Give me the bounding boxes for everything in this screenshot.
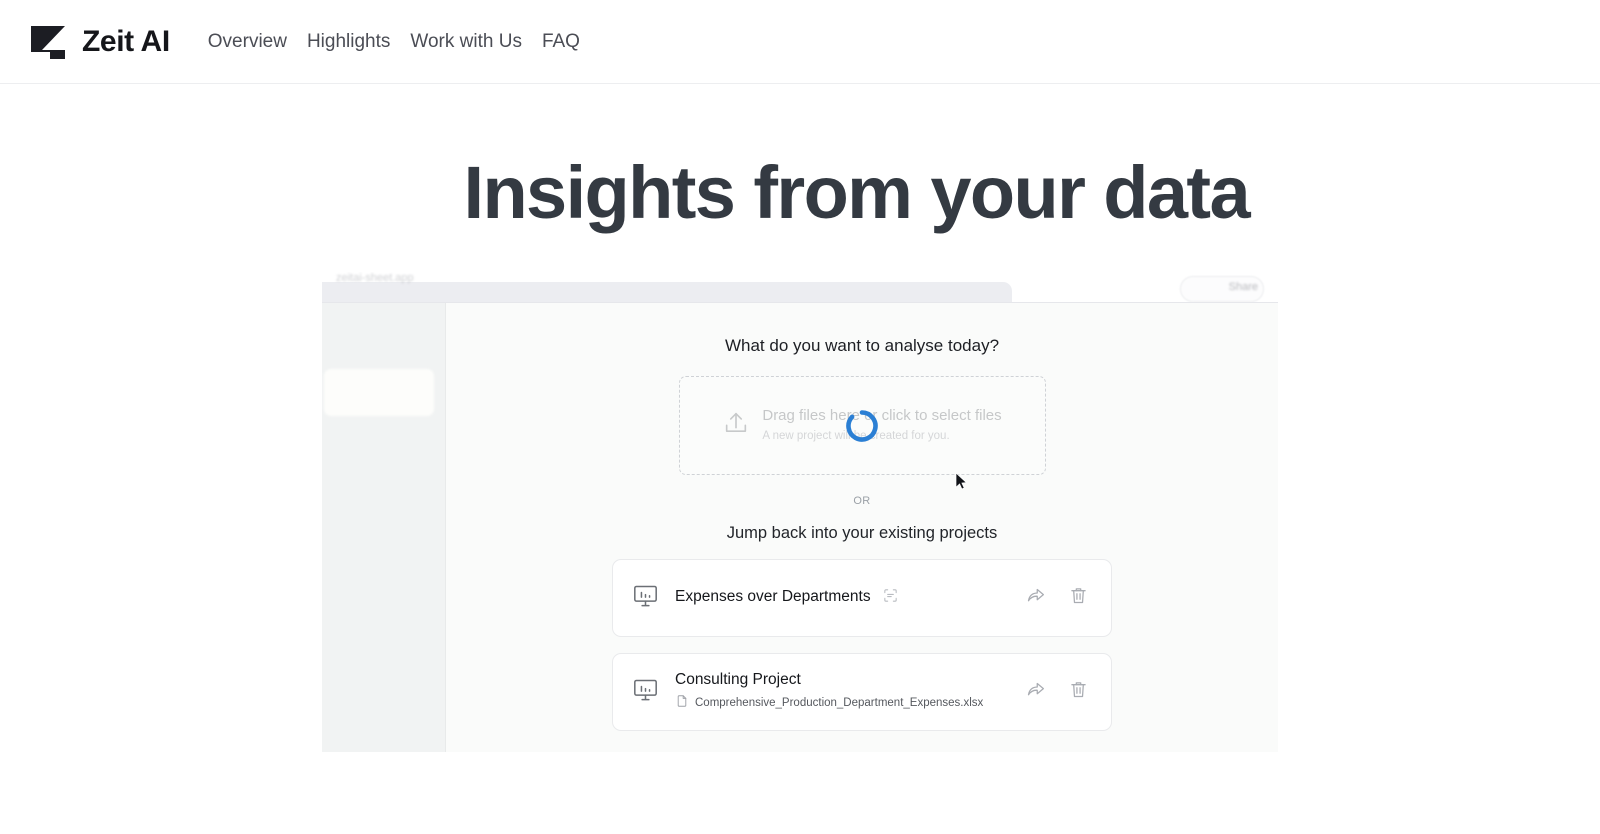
project-actions [1025, 679, 1089, 705]
dropzone-text: Drag files here or click to select files… [762, 406, 1001, 445]
nav-links: Overview Highlights Work with Us FAQ [208, 32, 580, 51]
upload-icon [722, 409, 750, 442]
project-info: Expenses over Departments [675, 587, 1009, 609]
zeit-z-logo-icon [26, 20, 70, 64]
browser-chrome: zeitai-sheet.app Share [322, 272, 1278, 303]
browser-tab-strip [322, 282, 1012, 302]
app-body: What do you want to analyse today? Drag … [322, 303, 1278, 752]
nav-link-highlights[interactable]: Highlights [307, 32, 390, 51]
share-icon[interactable] [1025, 585, 1046, 611]
nav-link-work-with-us[interactable]: Work with Us [410, 32, 522, 51]
or-separator-label: OR [853, 495, 871, 507]
top-navbar: Zeit AI Overview Highlights Work with Us… [0, 0, 1600, 84]
project-title: Expenses over Departments [675, 588, 871, 606]
app-screenshot: zeitai-sheet.app Share What do you want … [322, 272, 1278, 752]
share-icon[interactable] [1025, 679, 1046, 705]
app-main: What do you want to analyse today? Drag … [446, 303, 1278, 752]
project-info: Consulting Project Comprehensive_Product… [675, 670, 1009, 713]
monitor-chart-icon [632, 582, 659, 614]
project-file-name: Comprehensive_Production_Department_Expe… [695, 697, 984, 710]
rename-icon[interactable] [882, 587, 899, 609]
dropzone-primary-text: Drag files here or click to select files [762, 407, 1002, 425]
xls-file-icon [675, 694, 689, 713]
trash-icon[interactable] [1068, 679, 1089, 705]
project-title-row: Consulting Project [675, 670, 1009, 690]
hero-section: Insights from your data [0, 84, 1600, 230]
projects-heading: Jump back into your existing projects [726, 524, 998, 542]
project-title: Consulting Project [675, 670, 801, 688]
project-row[interactable]: Expenses over Departments [612, 558, 1112, 637]
app-screenshot-preview: zeitai-sheet.app Share What do you want … [322, 272, 1278, 752]
app-sidebar [322, 303, 446, 752]
page-title: Insights from your data [463, 151, 1250, 234]
browser-url-text: zeitai-sheet.app [336, 272, 414, 284]
hero-inner: Insights from your data [339, 156, 1261, 230]
loading-spinner [845, 409, 879, 443]
nav-link-overview[interactable]: Overview [208, 32, 287, 51]
nav-link-faq[interactable]: FAQ [542, 32, 580, 51]
project-row[interactable]: Consulting Project Comprehensive_Product… [612, 652, 1112, 731]
brand-logo[interactable]: Zeit AI [26, 20, 170, 64]
brand-name: Zeit AI [82, 24, 170, 58]
project-file-row: Comprehensive_Production_Department_Expe… [675, 694, 1009, 713]
share-button-label: Share [1228, 281, 1258, 293]
file-dropzone[interactable]: Drag files here or click to select files… [678, 376, 1046, 475]
sidebar-card[interactable] [324, 369, 434, 416]
project-title-row: Expenses over Departments [675, 587, 1009, 609]
trash-icon[interactable] [1068, 585, 1089, 611]
monitor-chart-icon [632, 676, 659, 708]
project-actions [1025, 585, 1089, 611]
app-heading: What do you want to analyse today? [724, 336, 1000, 355]
